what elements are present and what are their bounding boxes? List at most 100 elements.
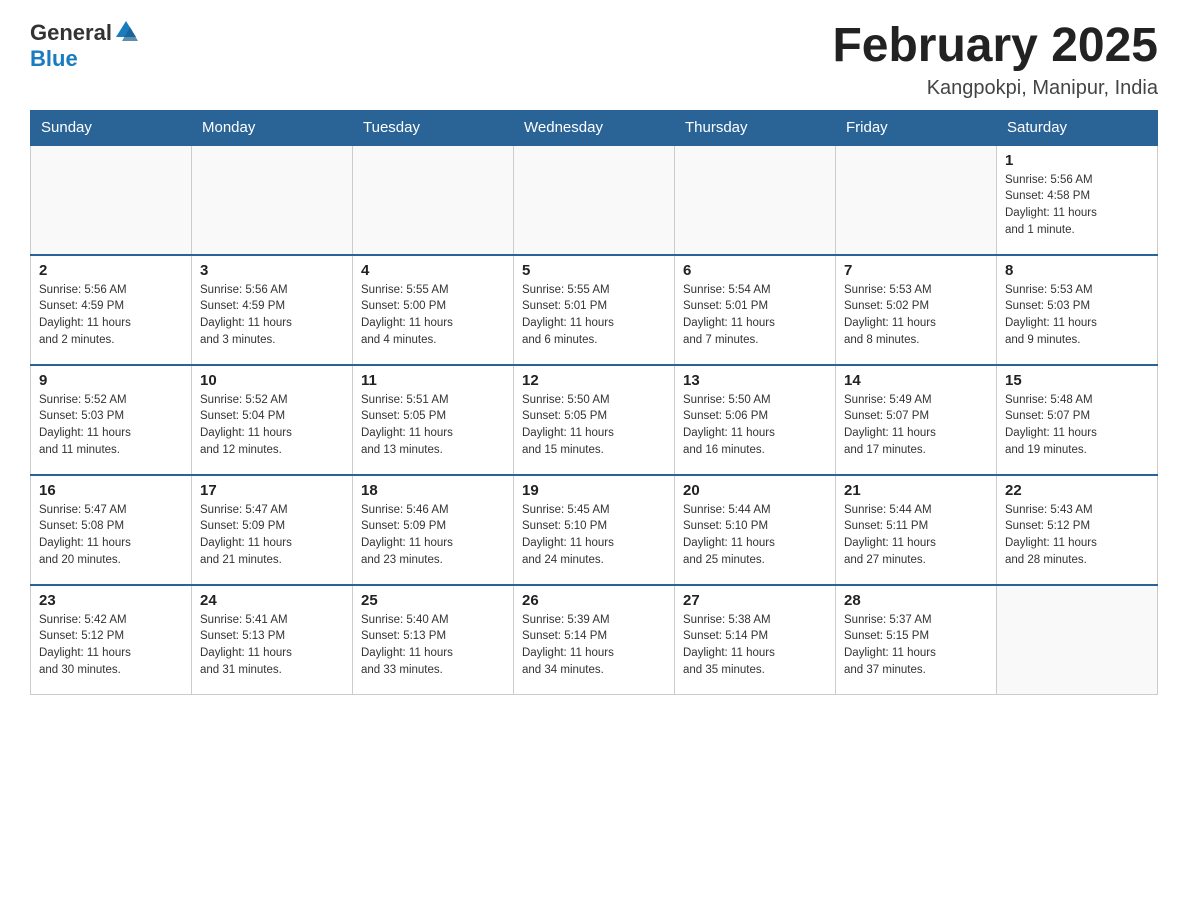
calendar-cell: 1 Sunrise: 5:56 AM Sunset: 4:58 PM Daylig… (997, 145, 1158, 255)
calendar-cell: 9 Sunrise: 5:52 AM Sunset: 5:03 PM Daylig… (31, 365, 192, 475)
calendar-cell: 26 Sunrise: 5:39 AM Sunset: 5:14 PM Dayli… (514, 585, 675, 695)
calendar-cell (192, 145, 353, 255)
calendar-cell (836, 145, 997, 255)
day-info: Sunrise: 5:37 AM Sunset: 5:15 PM Dayligh… (844, 612, 988, 679)
day-number: 4 (361, 262, 505, 279)
day-info: Sunrise: 5:38 AM Sunset: 5:14 PM Dayligh… (683, 612, 827, 679)
day-number: 2 (39, 262, 183, 279)
calendar-cell: 22 Sunrise: 5:43 AM Sunset: 5:12 PM Dayli… (997, 475, 1158, 585)
week-row-1: 1 Sunrise: 5:56 AM Sunset: 4:58 PM Daylig… (31, 145, 1158, 255)
logo: General Blue (30, 20, 140, 72)
day-number: 27 (683, 592, 827, 609)
day-info: Sunrise: 5:46 AM Sunset: 5:09 PM Dayligh… (361, 502, 505, 569)
calendar-cell: 3 Sunrise: 5:56 AM Sunset: 4:59 PM Daylig… (192, 255, 353, 365)
calendar-subtitle: Kangpokpi, Manipur, India (832, 77, 1158, 100)
calendar-cell: 21Sunrise: 5:44 AM Sunset: 5:11 PM Dayli… (836, 475, 997, 585)
calendar-cell: 12 Sunrise: 5:50 AM Sunset: 5:05 PM Dayli… (514, 365, 675, 475)
day-number: 10 (200, 372, 344, 389)
day-info: Sunrise: 5:54 AM Sunset: 5:01 PM Dayligh… (683, 282, 827, 349)
day-info: Sunrise: 5:55 AM Sunset: 5:01 PM Dayligh… (522, 282, 666, 349)
calendar-cell (31, 145, 192, 255)
day-info: Sunrise: 5:56 AM Sunset: 4:59 PM Dayligh… (200, 282, 344, 349)
logo-text-blue: Blue (30, 46, 78, 72)
day-number: 19 (522, 482, 666, 499)
weekday-header-friday: Friday (836, 110, 997, 145)
day-info: Sunrise: 5:43 AM Sunset: 5:12 PM Dayligh… (1005, 502, 1149, 569)
day-number: 15 (1005, 372, 1149, 389)
calendar-cell (675, 145, 836, 255)
calendar-cell: 10Sunrise: 5:52 AM Sunset: 5:04 PM Dayli… (192, 365, 353, 475)
day-number: 7 (844, 262, 988, 279)
day-number: 5 (522, 262, 666, 279)
day-info: Sunrise: 5:42 AM Sunset: 5:12 PM Dayligh… (39, 612, 183, 679)
day-number: 24 (200, 592, 344, 609)
weekday-header-wednesday: Wednesday (514, 110, 675, 145)
calendar-cell: 25 Sunrise: 5:40 AM Sunset: 5:13 PM Dayli… (353, 585, 514, 695)
day-info: Sunrise: 5:56 AM Sunset: 4:58 PM Dayligh… (1005, 172, 1149, 239)
day-info: Sunrise: 5:40 AM Sunset: 5:13 PM Dayligh… (361, 612, 505, 679)
calendar-cell: 27 Sunrise: 5:38 AM Sunset: 5:14 PM Dayli… (675, 585, 836, 695)
weekday-header-row: SundayMondayTuesdayWednesdayThursdayFrid… (31, 110, 1158, 145)
day-info: Sunrise: 5:56 AM Sunset: 4:59 PM Dayligh… (39, 282, 183, 349)
day-number: 22 (1005, 482, 1149, 499)
day-number: 3 (200, 262, 344, 279)
day-info: Sunrise: 5:41 AM Sunset: 5:13 PM Dayligh… (200, 612, 344, 679)
day-info: Sunrise: 5:53 AM Sunset: 5:03 PM Dayligh… (1005, 282, 1149, 349)
day-number: 25 (361, 592, 505, 609)
calendar-cell: 15Sunrise: 5:48 AM Sunset: 5:07 PM Dayli… (997, 365, 1158, 475)
calendar-cell: 4 Sunrise: 5:55 AM Sunset: 5:00 PM Daylig… (353, 255, 514, 365)
day-number: 9 (39, 372, 183, 389)
calendar-cell: 16 Sunrise: 5:47 AM Sunset: 5:08 PM Dayli… (31, 475, 192, 585)
weekday-header-thursday: Thursday (675, 110, 836, 145)
calendar-cell (514, 145, 675, 255)
calendar-cell: 28Sunrise: 5:37 AM Sunset: 5:15 PM Dayli… (836, 585, 997, 695)
calendar-cell (353, 145, 514, 255)
day-info: Sunrise: 5:52 AM Sunset: 5:03 PM Dayligh… (39, 392, 183, 459)
calendar-cell: 24 Sunrise: 5:41 AM Sunset: 5:13 PM Dayli… (192, 585, 353, 695)
calendar-title: February 2025 (832, 20, 1158, 73)
day-number: 17 (200, 482, 344, 499)
calendar-cell: 8 Sunrise: 5:53 AM Sunset: 5:03 PM Daylig… (997, 255, 1158, 365)
calendar-cell: 13Sunrise: 5:50 AM Sunset: 5:06 PM Dayli… (675, 365, 836, 475)
calendar-cell: 7 Sunrise: 5:53 AM Sunset: 5:02 PM Daylig… (836, 255, 997, 365)
day-number: 18 (361, 482, 505, 499)
page-header: General Blue February 2025 Kangpokpi, Ma… (30, 20, 1158, 100)
day-info: Sunrise: 5:49 AM Sunset: 5:07 PM Dayligh… (844, 392, 988, 459)
weekday-header-saturday: Saturday (997, 110, 1158, 145)
calendar-cell: 11Sunrise: 5:51 AM Sunset: 5:05 PM Dayli… (353, 365, 514, 475)
week-row-2: 2 Sunrise: 5:56 AM Sunset: 4:59 PM Daylig… (31, 255, 1158, 365)
day-info: Sunrise: 5:45 AM Sunset: 5:10 PM Dayligh… (522, 502, 666, 569)
day-number: 20 (683, 482, 827, 499)
title-section: February 2025 Kangpokpi, Manipur, India (832, 20, 1158, 100)
weekday-header-monday: Monday (192, 110, 353, 145)
day-info: Sunrise: 5:53 AM Sunset: 5:02 PM Dayligh… (844, 282, 988, 349)
day-number: 23 (39, 592, 183, 609)
day-info: Sunrise: 5:39 AM Sunset: 5:14 PM Dayligh… (522, 612, 666, 679)
calendar-cell: 6 Sunrise: 5:54 AM Sunset: 5:01 PM Daylig… (675, 255, 836, 365)
logo-icon (112, 17, 140, 45)
day-info: Sunrise: 5:55 AM Sunset: 5:00 PM Dayligh… (361, 282, 505, 349)
week-row-4: 16 Sunrise: 5:47 AM Sunset: 5:08 PM Dayli… (31, 475, 1158, 585)
calendar-cell: 19 Sunrise: 5:45 AM Sunset: 5:10 PM Dayli… (514, 475, 675, 585)
day-info: Sunrise: 5:50 AM Sunset: 5:06 PM Dayligh… (683, 392, 827, 459)
day-number: 6 (683, 262, 827, 279)
day-number: 8 (1005, 262, 1149, 279)
calendar-cell: 23 Sunrise: 5:42 AM Sunset: 5:12 PM Dayli… (31, 585, 192, 695)
day-number: 1 (1005, 152, 1149, 169)
calendar-table: SundayMondayTuesdayWednesdayThursdayFrid… (30, 110, 1158, 696)
calendar-cell: 5 Sunrise: 5:55 AM Sunset: 5:01 PM Daylig… (514, 255, 675, 365)
weekday-header-tuesday: Tuesday (353, 110, 514, 145)
week-row-5: 23 Sunrise: 5:42 AM Sunset: 5:12 PM Dayli… (31, 585, 1158, 695)
day-info: Sunrise: 5:44 AM Sunset: 5:10 PM Dayligh… (683, 502, 827, 569)
day-info: Sunrise: 5:47 AM Sunset: 5:08 PM Dayligh… (39, 502, 183, 569)
calendar-cell (997, 585, 1158, 695)
day-number: 11 (361, 372, 505, 389)
day-number: 12 (522, 372, 666, 389)
calendar-cell: 2 Sunrise: 5:56 AM Sunset: 4:59 PM Daylig… (31, 255, 192, 365)
day-number: 16 (39, 482, 183, 499)
day-number: 21 (844, 482, 988, 499)
day-info: Sunrise: 5:50 AM Sunset: 5:05 PM Dayligh… (522, 392, 666, 459)
weekday-header-sunday: Sunday (31, 110, 192, 145)
day-number: 26 (522, 592, 666, 609)
calendar-cell: 20 Sunrise: 5:44 AM Sunset: 5:10 PM Dayli… (675, 475, 836, 585)
